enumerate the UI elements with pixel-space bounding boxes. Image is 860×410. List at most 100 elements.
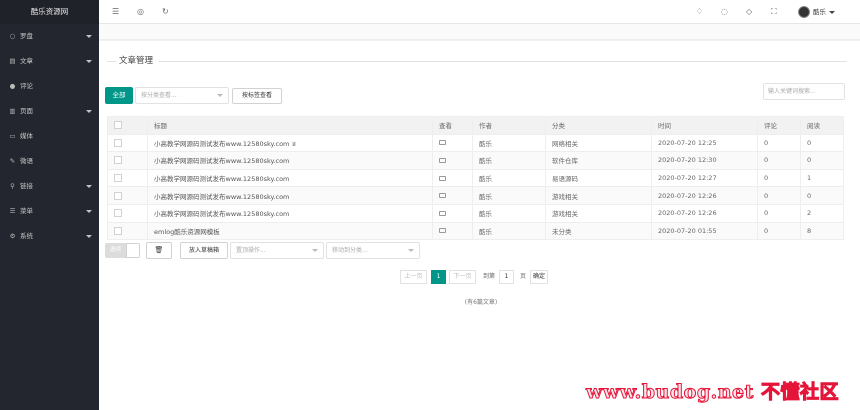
legend-divider	[107, 61, 116, 62]
tab-strip	[99, 24, 860, 40]
fullscreen-icon[interactable]: ⛶	[771, 6, 777, 18]
author-cell: 酷乐	[472, 133, 546, 153]
view-cell	[432, 221, 473, 241]
view-link-icon[interactable]	[439, 193, 446, 199]
article-title-link[interactable]: 小高教学网源码测试发布www.12580sky.com	[154, 210, 289, 218]
panel-title: 文章管理	[119, 56, 154, 66]
bulk-action-placeholder: 置顶操作...	[236, 247, 266, 254]
chevron-down-icon	[86, 35, 92, 38]
row-checkbox[interactable]	[114, 138, 122, 147]
theme-icon[interactable]: ◌	[721, 6, 728, 18]
page-unit-label: 页	[520, 273, 527, 280]
user-chevron-down-icon[interactable]	[829, 11, 835, 14]
article-title-link[interactable]: emlog酷乐资源网模板	[154, 228, 220, 236]
time-cell: 2020-07-20 01:55	[651, 221, 758, 241]
article-count-summary: (有6篇文章)	[464, 299, 498, 306]
row-select-cell	[107, 133, 148, 153]
title-cell: 小高教学网源码测试发布www.12580sky.com	[147, 186, 433, 205]
view-link-icon[interactable]	[439, 175, 446, 181]
row-select-cell	[107, 151, 148, 170]
sidebar-item[interactable]: ● 评论	[0, 74, 99, 99]
search-input[interactable]: 输入关键词搜索...	[763, 83, 845, 100]
sidebar-item-label: 微语	[20, 157, 33, 165]
sidebar-item[interactable]: ✎ 微语	[0, 149, 99, 174]
sidebar-item-label: 链接	[20, 182, 33, 190]
comments-cell: 0	[757, 203, 801, 223]
view-link-icon[interactable]	[439, 210, 446, 216]
select-toggle-switch[interactable]: 选项	[105, 243, 126, 258]
views-cell: 0	[800, 186, 844, 205]
sidebar-item-icon: ▤	[9, 57, 16, 65]
category-filter-select[interactable]: 按分类查看...	[135, 87, 229, 104]
all-articles-button[interactable]: 全部	[105, 87, 133, 104]
sidebar-item[interactable]: ▭ 媒体	[0, 124, 99, 149]
user-avatar[interactable]	[798, 6, 810, 18]
row-select-cell	[107, 221, 148, 241]
row-checkbox[interactable]	[114, 174, 122, 183]
time-cell: 2020-07-20 12:26	[651, 186, 758, 205]
next-page-button[interactable]: 下一页	[449, 270, 476, 284]
sidebar-item[interactable]: ▤ 文章	[0, 49, 99, 74]
website-icon[interactable]: ◎	[137, 6, 144, 18]
comments-cell: 0	[757, 133, 801, 153]
sidebar-item-label: 系统	[20, 232, 33, 240]
row-checkbox[interactable]	[114, 156, 122, 165]
prev-page-button[interactable]: 上一页	[400, 270, 427, 284]
user-name[interactable]: 酷乐	[813, 6, 826, 18]
site-logo[interactable]: 酷乐资源网	[0, 0, 99, 24]
move-to-draft-button[interactable]: 放入草稿箱	[180, 242, 228, 259]
sidebar-item[interactable]: ⚙ 系统	[0, 224, 99, 249]
sidebar-item[interactable]: ▥ 页面	[0, 99, 99, 124]
title-cell: emlog酷乐资源网模板	[147, 221, 433, 241]
view-link-icon[interactable]	[439, 157, 446, 163]
article-table: 标题 查看 作者 分类 时间 评论 阅读 小高教学网源码测试发布www.1258…	[107, 116, 844, 241]
table-row: 小高教学网源码测试发布www.12580sky.com 酷乐 易语源码 2020-07…	[107, 168, 844, 188]
bulk-action-select[interactable]: 置顶操作...	[230, 242, 324, 259]
view-link-icon[interactable]	[439, 228, 446, 234]
move-category-select[interactable]: 移动到分类...	[326, 242, 420, 259]
refresh-icon[interactable]: ↻	[162, 6, 169, 18]
sidebar-item-label: 罗盘	[20, 32, 33, 40]
notification-icon[interactable]: ♢	[696, 6, 703, 18]
column-header-category: 分类	[545, 116, 652, 135]
row-checkbox[interactable]	[114, 226, 122, 235]
sidebar-item-icon: ✎	[9, 157, 16, 165]
row-checkbox[interactable]	[114, 209, 122, 218]
page-1-button[interactable]: 1	[431, 270, 446, 284]
article-title-link[interactable]: 小高教学网源码测试发布www.12580sky.com	[154, 140, 289, 148]
menu-toggle-icon[interactable]: ☰	[112, 6, 119, 18]
sidebar-item-icon: ○	[9, 32, 16, 40]
select-toggle-knob[interactable]	[126, 243, 140, 258]
view-link-icon[interactable]	[439, 140, 446, 146]
watermark-text: www.budog.net 不懂社区	[585, 381, 840, 404]
article-title-link[interactable]: 小高教学网源码测试发布www.12580sky.com	[154, 157, 289, 165]
goto-confirm-button[interactable]: 确定	[530, 270, 548, 284]
select-all-checkbox[interactable]	[114, 121, 122, 130]
article-title-link[interactable]: 小高教学网源码测试发布www.12580sky.com	[154, 175, 289, 183]
chevron-down-icon	[86, 60, 92, 63]
sidebar-item-label: 媒体	[20, 132, 33, 140]
goto-page-input[interactable]: 1	[499, 270, 514, 284]
sidebar-item[interactable]: ○ 罗盘	[0, 24, 99, 49]
sidebar-item[interactable]: ☰ 菜单	[0, 199, 99, 224]
views-cell: 8	[800, 221, 844, 241]
category-filter-placeholder: 按分类查看...	[141, 92, 177, 99]
sidebar-item[interactable]: ⚲ 链接	[0, 174, 99, 199]
time-cell: 2020-07-20 12:25	[651, 133, 758, 153]
column-header-comments: 评论	[757, 116, 801, 135]
table-row: 小高教学网源码测试发布www.12580sky.com 酷乐 游戏相关 2020-07…	[107, 203, 844, 223]
category-cell: 网络相关	[545, 133, 652, 153]
article-title-link[interactable]: 小高教学网源码测试发布www.12580sky.com	[154, 193, 289, 201]
row-select-cell	[107, 168, 148, 188]
row-checkbox[interactable]	[114, 191, 122, 200]
category-cell: 易语源码	[545, 168, 652, 188]
view-cell	[432, 151, 473, 170]
article-panel: 文章管理 全部 按分类查看... 按标签查看 输入关键词搜索... 标题 查看 …	[99, 41, 860, 410]
delete-button[interactable]: 🗑	[146, 242, 172, 259]
view-cell	[432, 203, 473, 223]
column-header-time: 时间	[651, 116, 758, 135]
sidebar-item-icon: ☰	[9, 207, 16, 215]
select-all-header	[107, 116, 148, 135]
filter-by-tag-button[interactable]: 按标签查看	[232, 88, 282, 104]
tag-icon[interactable]: ◇	[746, 6, 752, 18]
